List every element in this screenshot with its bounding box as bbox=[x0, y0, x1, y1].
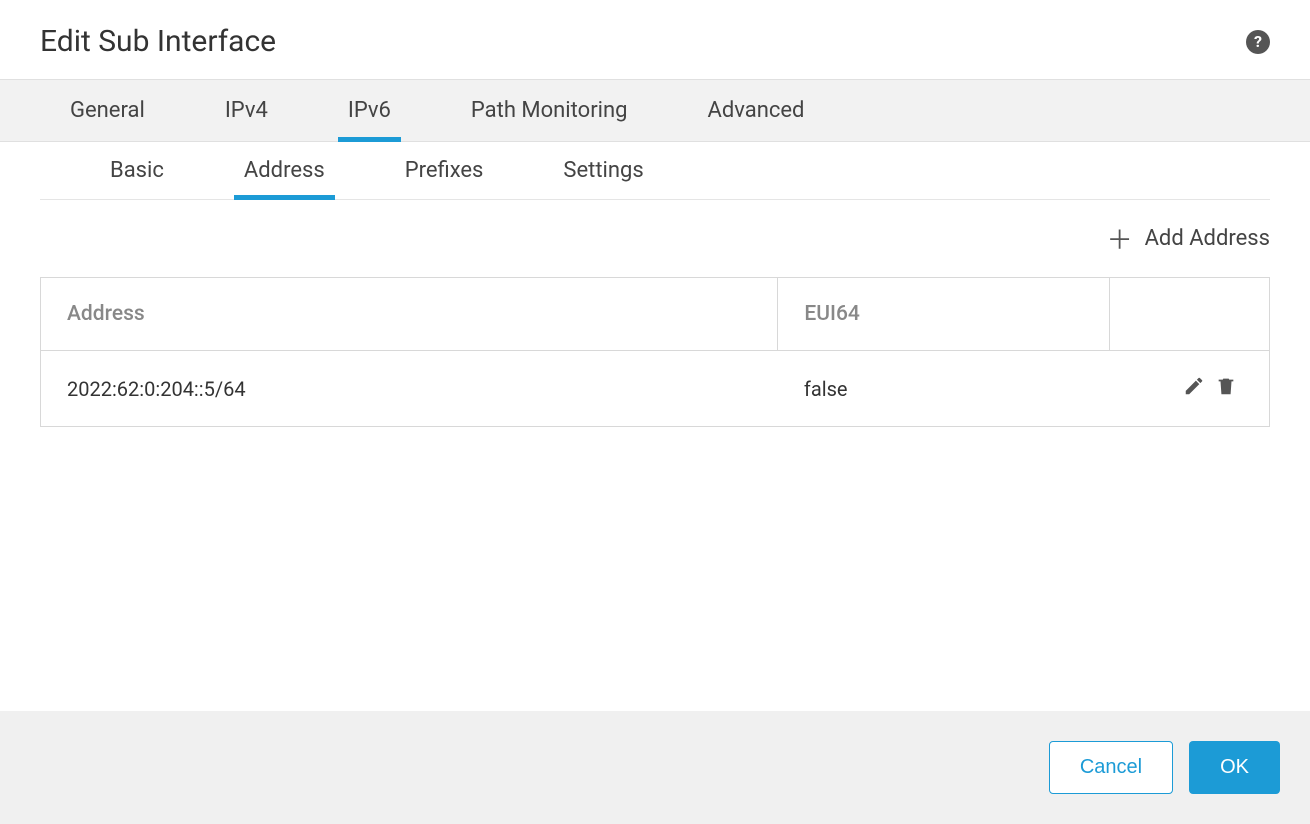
header-address: Address bbox=[41, 278, 778, 351]
cell-eui64: false bbox=[778, 351, 1110, 427]
cell-actions bbox=[1110, 351, 1270, 427]
plus-icon: ＋ bbox=[1107, 220, 1133, 257]
tab-path-monitoring[interactable]: Path Monitoring bbox=[461, 80, 638, 141]
tab-ipv4[interactable]: IPv4 bbox=[215, 80, 278, 141]
main-tabs: General IPv4 IPv6 Path Monitoring Advanc… bbox=[0, 79, 1310, 142]
dialog-footer: Cancel OK bbox=[0, 711, 1310, 824]
row-actions bbox=[1183, 375, 1237, 397]
tab-general[interactable]: General bbox=[60, 80, 155, 141]
content-area: ＋ Add Address Address EUI64 2022:62:0:20… bbox=[0, 200, 1310, 427]
subtab-prefixes[interactable]: Prefixes bbox=[395, 142, 494, 199]
tab-advanced[interactable]: Advanced bbox=[698, 80, 815, 141]
subtab-settings[interactable]: Settings bbox=[553, 142, 653, 199]
edit-icon[interactable] bbox=[1183, 375, 1205, 397]
dialog-title: Edit Sub Interface bbox=[40, 24, 276, 59]
subtab-basic[interactable]: Basic bbox=[100, 142, 174, 199]
delete-icon[interactable] bbox=[1215, 375, 1237, 397]
cell-address: 2022:62:0:204::5/64 bbox=[41, 351, 778, 427]
add-address-label: Add Address bbox=[1145, 226, 1270, 251]
dialog-header: Edit Sub Interface ? bbox=[0, 0, 1310, 79]
subtab-address[interactable]: Address bbox=[234, 142, 335, 199]
add-address-button[interactable]: ＋ Add Address bbox=[1107, 220, 1270, 257]
help-icon[interactable]: ? bbox=[1246, 30, 1270, 54]
ok-button[interactable]: OK bbox=[1189, 741, 1280, 794]
header-actions bbox=[1110, 278, 1270, 351]
tab-ipv6[interactable]: IPv6 bbox=[338, 80, 401, 141]
sub-tabs: Basic Address Prefixes Settings bbox=[40, 142, 1270, 200]
add-row: ＋ Add Address bbox=[40, 200, 1270, 277]
table-row: 2022:62:0:204::5/64 false bbox=[41, 351, 1270, 427]
table-header-row: Address EUI64 bbox=[41, 278, 1270, 351]
header-eui64: EUI64 bbox=[778, 278, 1110, 351]
address-table: Address EUI64 2022:62:0:204::5/64 false bbox=[40, 277, 1270, 427]
cancel-button[interactable]: Cancel bbox=[1049, 741, 1173, 794]
